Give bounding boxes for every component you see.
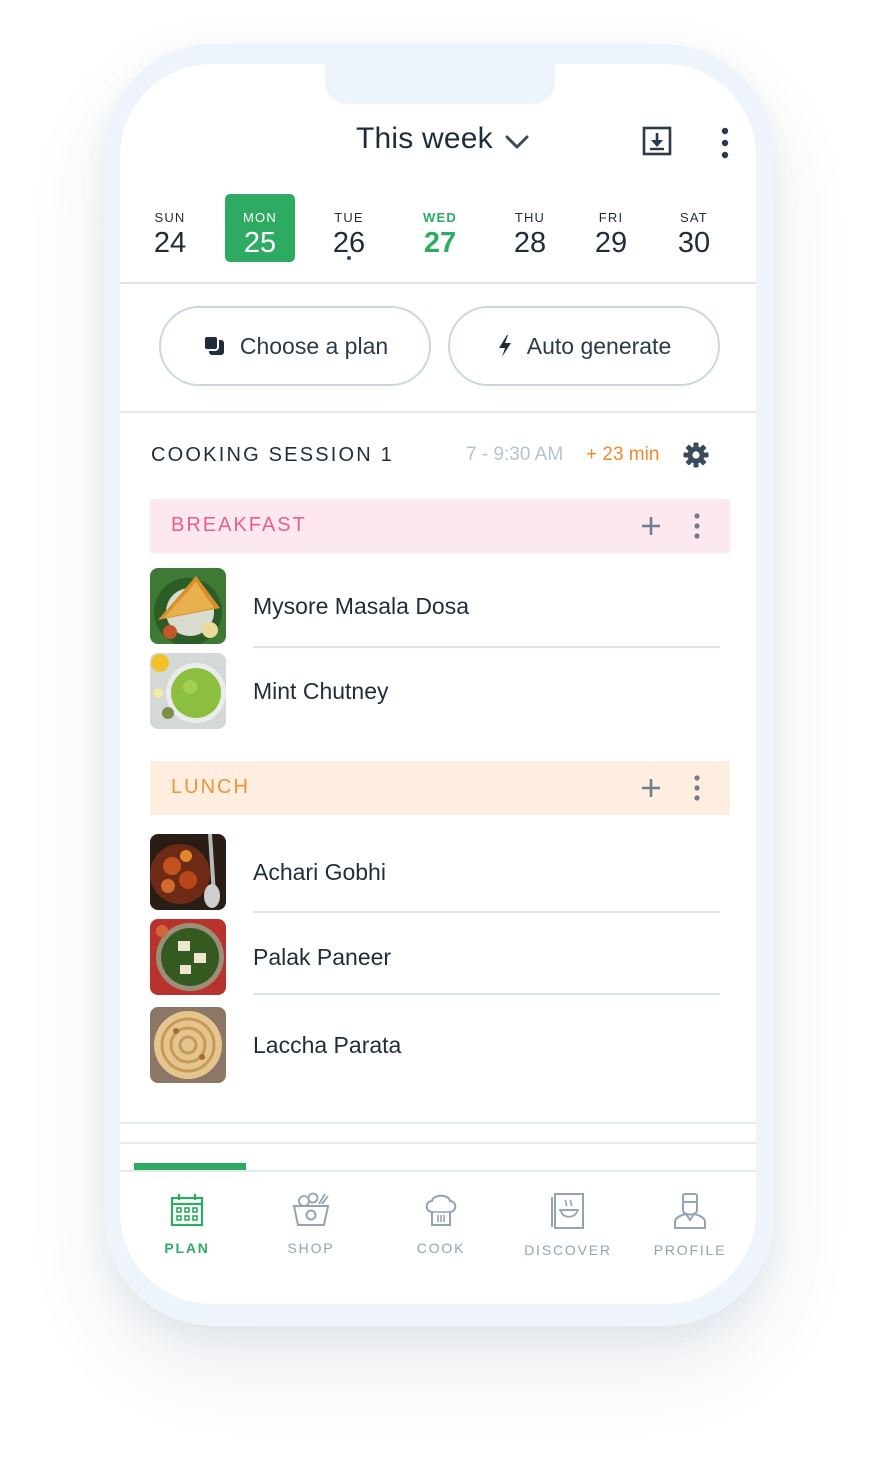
divider [120,282,756,284]
profile-icon [674,1193,706,1229]
add-breakfast-icon[interactable] [638,511,664,541]
tab-label: DISCOVER [524,1242,612,1258]
divider [120,1122,756,1124]
week-day-strip: SUN 24 MON 25 TUE 26 WED 27 THU 28 FRI 2… [120,194,756,264]
item-divider [253,911,720,913]
basket-icon [292,1192,330,1226]
item-divider [253,993,720,995]
item-name: Mysore Masala Dosa [253,593,470,619]
day-number: 28 [513,227,547,259]
lightning-icon [498,335,511,357]
tab-label: PROFILE [653,1242,727,1258]
item-name: Laccha Parata [253,1032,402,1058]
tabbar-divider [120,1170,756,1172]
day-number: 24 [153,227,187,259]
lunch-label: LUNCH [171,776,250,798]
phone-notch [325,64,555,104]
gear-icon[interactable] [683,442,709,468]
list-item[interactable]: Achari Gobhi [150,834,720,910]
breakfast-more-icon[interactable] [690,511,704,541]
day-mon[interactable]: MON 25 [225,194,295,262]
day-tue[interactable]: TUE 26 [314,194,384,262]
lunch-more-icon[interactable] [690,773,704,803]
week-selector-title[interactable]: This week [356,122,493,156]
day-number: 25 [243,227,277,259]
day-name: SAT [680,210,708,225]
gobhi-thumbnail [150,834,226,910]
tab-label: PLAN [164,1240,210,1256]
day-name: THU [514,210,546,225]
item-name: Mint Chutney [253,678,389,704]
choose-plan-button[interactable]: Choose a plan [159,306,431,386]
chef-hat-icon [425,1194,457,1226]
tab-label: SHOP [287,1240,335,1256]
session-time: 7 - 9:30 AM [466,444,564,465]
breakfast-label: BREAKFAST [171,514,307,536]
day-number: 27 [423,227,457,259]
divider [120,1142,756,1144]
divider [120,411,756,413]
chutney-thumbnail [150,653,226,729]
add-lunch-icon[interactable] [638,773,664,803]
day-name: MON [243,210,277,225]
day-sat[interactable]: SAT 30 [659,194,729,262]
day-number: 29 [594,227,628,259]
tab-discover[interactable]: DISCOVER [508,1192,628,1272]
lunch-header: LUNCH [150,761,730,815]
tab-label: COOK [416,1240,466,1256]
day-sun[interactable]: SUN 24 [135,194,205,262]
plans-stack-icon [202,335,224,355]
auto-generate-label: Auto generate [526,332,672,359]
calendar-icon [170,1194,204,1227]
day-name: SUN [154,210,186,225]
list-item[interactable]: Mysore Masala Dosa [150,568,720,644]
recipe-book-icon [551,1193,584,1229]
auto-generate-button[interactable]: Auto generate [448,306,720,386]
header: This week [120,114,756,170]
download-icon[interactable] [642,126,672,156]
day-fri[interactable]: FRI 29 [576,194,646,262]
dosa-thumbnail [150,568,226,644]
app-screen: This week SUN 24 MON 25 TUE 26 WED 27 TH… [120,64,756,1304]
day-thu[interactable]: THU 28 [495,194,565,262]
day-name: WED [423,210,457,225]
chevron-down-icon[interactable] [504,132,530,152]
tab-profile[interactable]: PROFILE [630,1192,750,1272]
list-item[interactable]: Laccha Parata [150,1007,720,1083]
list-item[interactable]: Palak Paneer [150,919,720,995]
more-vertical-icon[interactable] [716,126,734,160]
item-name: Palak Paneer [253,944,392,970]
day-name: FRI [598,210,624,225]
session-title: COOKING SESSION 1 [151,444,395,466]
has-plan-dot [347,256,351,260]
choose-plan-label: Choose a plan [239,332,389,359]
item-name: Achari Gobhi [253,859,386,885]
list-item[interactable]: Mint Chutney [150,653,720,729]
day-wed[interactable]: WED 27 [405,194,475,262]
palak-paneer-thumbnail [150,919,226,995]
tab-cook[interactable]: COOK [381,1192,501,1272]
day-number: 30 [677,227,711,259]
breakfast-header: BREAKFAST [150,499,730,553]
item-divider [253,646,720,648]
day-name: TUE [334,210,364,225]
parata-thumbnail [150,1007,226,1083]
tab-shop[interactable]: SHOP [251,1192,371,1272]
session-extra-time: + 23 min [586,444,660,465]
tab-plan[interactable]: PLAN [127,1192,247,1272]
